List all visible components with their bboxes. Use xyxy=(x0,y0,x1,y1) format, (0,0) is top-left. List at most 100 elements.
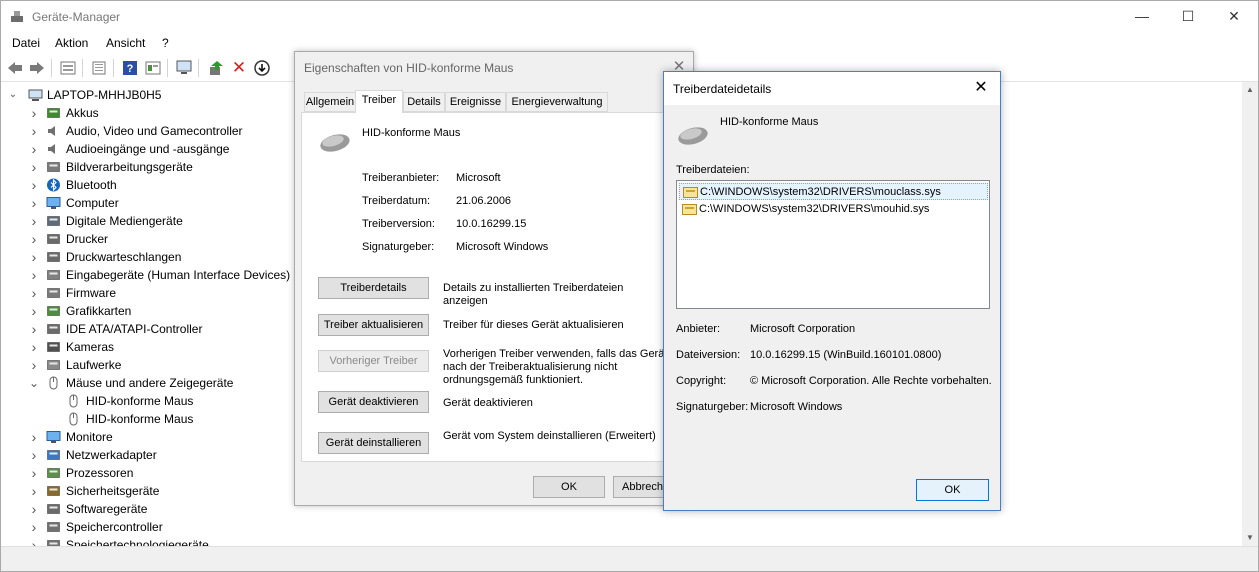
horizontal-scrollbar[interactable] xyxy=(1,546,1258,571)
rollback-driver-button[interactable]: Vorheriger Treiber xyxy=(318,350,429,372)
disable-device-button[interactable]: Gerät deaktivieren xyxy=(318,391,429,413)
update-driver-button[interactable]: Treiber aktualisieren xyxy=(318,314,429,336)
tab-energieverwaltung[interactable]: Energieverwaltung xyxy=(506,92,608,112)
tree-item-label: Grafikkarten xyxy=(66,304,132,318)
printer-icon xyxy=(47,252,60,262)
tree-item-label: IDE ATA/ATAPI-Controller xyxy=(66,322,203,336)
tree-category-item[interactable]: › Audio, Video und Gamecontroller xyxy=(1,122,321,140)
tree-category-item[interactable]: › Netzwerkadapter xyxy=(1,446,321,464)
tree-category-item[interactable]: › Digitale Mediengeräte xyxy=(1,212,321,230)
list-item[interactable]: C:\WINDOWS\system32\DRIVERS\mouhid.sys xyxy=(679,201,988,218)
chevron-right-icon[interactable]: › xyxy=(28,248,40,266)
menu-aktion[interactable]: Aktion xyxy=(55,36,88,50)
chevron-right-icon[interactable]: › xyxy=(28,104,40,122)
chevron-right-icon[interactable]: › xyxy=(28,122,40,140)
disable-device-icon[interactable] xyxy=(253,59,271,77)
vertical-scrollbar[interactable]: ▲ ▼ xyxy=(1242,82,1258,546)
chevron-right-icon[interactable]: › xyxy=(28,140,40,158)
forward-icon[interactable] xyxy=(28,59,46,77)
uninstall-device-button[interactable]: Gerät deinstallieren xyxy=(318,432,429,454)
tree-device-item[interactable]: HID-konforme Maus xyxy=(1,410,321,428)
driver-files-list[interactable]: C:\WINDOWS\system32\DRIVERS\mouclass.sys… xyxy=(676,180,990,309)
properties-icon[interactable] xyxy=(59,59,77,77)
tree-root[interactable]: ⌄ LAPTOP-MHHJB0H5 xyxy=(1,86,201,104)
monitor-icon xyxy=(46,197,61,209)
chevron-right-icon[interactable]: › xyxy=(28,158,40,176)
tree-category-item[interactable]: › Audioeingänge und -ausgänge xyxy=(1,140,321,158)
chevron-down-icon[interactable]: ⌄ xyxy=(7,86,19,104)
tree-category-item[interactable]: › Sicherheitsgeräte xyxy=(1,482,321,500)
info-label-provider: Anbieter: xyxy=(676,323,721,335)
tree-category-item[interactable]: › Laufwerke xyxy=(1,356,321,374)
tree-item-label: Drucker xyxy=(66,232,109,246)
chevron-right-icon[interactable]: › xyxy=(28,500,40,518)
tree-category-item[interactable]: › Bluetooth xyxy=(1,176,321,194)
tree-device-item[interactable]: HID-konforme Maus xyxy=(1,392,321,410)
tree-category-item[interactable]: › Kameras xyxy=(1,338,321,356)
tree-category-item[interactable]: › Speichertechnologiegeräte xyxy=(1,536,321,546)
chevron-right-icon[interactable]: › xyxy=(28,338,40,356)
chevron-right-icon[interactable]: › xyxy=(28,302,40,320)
chevron-right-icon[interactable]: › xyxy=(28,194,40,212)
help-icon[interactable]: ? xyxy=(121,59,139,77)
close-button[interactable]: ✕ xyxy=(1211,1,1257,32)
tree-category-item[interactable]: › Akkus xyxy=(1,104,321,122)
menu-help[interactable]: ? xyxy=(162,36,169,50)
tab-details[interactable]: Details xyxy=(403,92,445,112)
menu-datei[interactable]: Datei xyxy=(12,36,40,50)
tree-category-item[interactable]: › Grafikkarten xyxy=(1,302,321,320)
tree-category-item[interactable]: › Monitore xyxy=(1,428,321,446)
scan-hardware-icon[interactable] xyxy=(175,59,193,77)
tree-item-label: Audioeingänge und -ausgänge xyxy=(66,142,230,156)
tree-category-item[interactable]: › Firmware xyxy=(1,284,321,302)
tree-category-item[interactable]: › Softwaregeräte xyxy=(1,500,321,518)
back-icon[interactable] xyxy=(6,59,24,77)
tree-item-label: Bluetooth xyxy=(66,178,117,192)
chevron-right-icon[interactable]: › xyxy=(28,356,40,374)
details-close-button[interactable]: ✕ xyxy=(970,78,992,98)
scroll-up-icon[interactable]: ▲ xyxy=(1242,82,1258,98)
tree-category-item[interactable]: ⌄ Mäuse und andere Zeigegeräte xyxy=(1,374,321,392)
tree-category-item[interactable]: › Bildverarbeitungsgeräte xyxy=(1,158,321,176)
tree-category-item[interactable]: › IDE ATA/ATAPI-Controller xyxy=(1,320,321,338)
menu-ansicht[interactable]: Ansicht xyxy=(106,36,145,50)
tree-category-item[interactable]: › Drucker xyxy=(1,230,321,248)
tree-item-label: Bildverarbeitungsgeräte xyxy=(66,160,193,174)
driver-details-button[interactable]: Treiberdetails xyxy=(318,277,429,299)
chevron-right-icon[interactable]: › xyxy=(28,230,40,248)
list-item[interactable]: C:\WINDOWS\system32\DRIVERS\mouclass.sys xyxy=(679,183,988,200)
tree-item-label: Speichertechnologiegeräte xyxy=(66,538,209,546)
chevron-right-icon[interactable]: › xyxy=(28,266,40,284)
tree-category-item[interactable]: › Druckwarteschlangen xyxy=(1,248,321,266)
chevron-right-icon[interactable]: › xyxy=(28,176,40,194)
update-driver-icon[interactable] xyxy=(207,59,225,77)
view-icon[interactable] xyxy=(144,59,162,77)
show-hidden-icon[interactable] xyxy=(90,59,108,77)
maximize-button[interactable]: ☐ xyxy=(1165,1,1211,32)
tree-category-item[interactable]: › Eingabegeräte (Human Interface Devices) xyxy=(1,266,321,284)
chevron-right-icon[interactable]: › xyxy=(28,212,40,230)
chevron-right-icon[interactable]: › xyxy=(28,428,40,446)
properties-ok-button[interactable]: OK xyxy=(533,476,605,498)
chevron-right-icon[interactable]: › xyxy=(28,464,40,482)
chevron-right-icon[interactable]: › xyxy=(28,446,40,464)
tab-treiber[interactable]: Treiber xyxy=(355,90,403,113)
minimize-button[interactable]: — xyxy=(1119,1,1165,32)
tree-category-item[interactable]: › Computer xyxy=(1,194,321,212)
chevron-right-icon[interactable]: › xyxy=(28,536,40,546)
chevron-down-icon[interactable]: ⌄ xyxy=(28,374,40,392)
tab-ereignisse[interactable]: Ereignisse xyxy=(445,92,506,112)
speaker-icon xyxy=(48,144,55,154)
tree-category-item[interactable]: › Prozessoren xyxy=(1,464,321,482)
tab-allgemein[interactable]: Allgemein xyxy=(304,92,356,112)
details-ok-button[interactable]: OK xyxy=(916,479,989,501)
chevron-right-icon[interactable]: › xyxy=(28,284,40,302)
chevron-right-icon[interactable]: › xyxy=(28,518,40,536)
uninstall-icon[interactable]: ✕ xyxy=(230,58,248,77)
scroll-down-icon[interactable]: ▼ xyxy=(1242,530,1258,546)
details-title-bar: Treiberdateidetails ✕ xyxy=(664,72,1000,105)
tree-category-item[interactable]: › Speichercontroller xyxy=(1,518,321,536)
chevron-right-icon[interactable]: › xyxy=(28,482,40,500)
mouse-icon xyxy=(69,394,78,408)
chevron-right-icon[interactable]: › xyxy=(28,320,40,338)
